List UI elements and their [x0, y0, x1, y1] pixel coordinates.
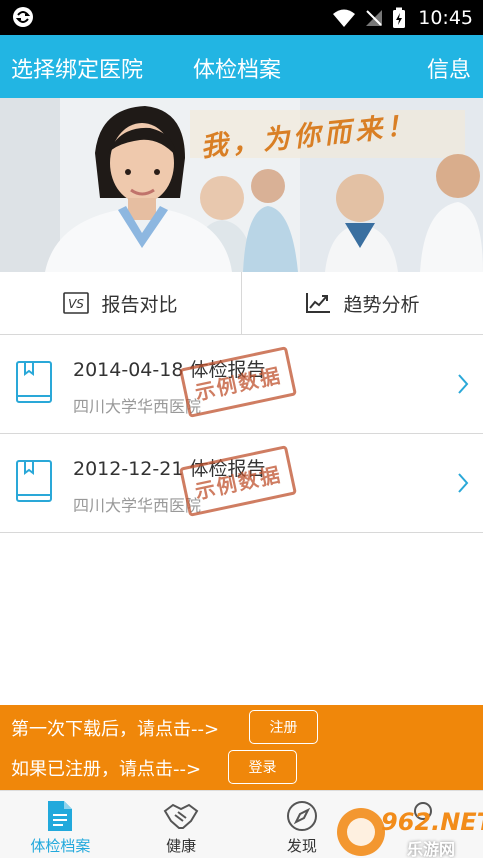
- app-header: 选择绑定医院 体检档案 信息: [0, 35, 483, 98]
- compare-reports-label: 报告对比: [101, 293, 178, 316]
- status-icons: 10:45: [332, 0, 473, 35]
- status-bar: 10:45: [0, 0, 483, 35]
- handshake-icon: [163, 803, 199, 829]
- page-title: 体检档案: [193, 58, 282, 83]
- app-screen: 10:45 选择绑定医院 体检档案 信息 我，为你而来！ VS 报告对比 趋势分…: [0, 0, 483, 858]
- site-watermark: 962.NET 乐游网: [335, 806, 483, 858]
- vs-icon: VS: [63, 292, 90, 314]
- stamp-text: 示例数据: [192, 461, 284, 504]
- login-button[interactable]: 登录: [228, 750, 297, 784]
- watermark-brand: 962.NET: [381, 808, 483, 836]
- report-book-icon: [16, 460, 52, 502]
- chevron-right-icon: [458, 374, 469, 394]
- no-signal-icon: [366, 9, 383, 26]
- trend-analysis-label: 趋势分析: [343, 293, 420, 316]
- wifi-icon: [333, 9, 356, 27]
- report-hospital: 四川大学华西医院: [73, 397, 202, 416]
- chevron-right-icon: [458, 473, 469, 493]
- sync-app-icon: [13, 7, 33, 27]
- register-login-prompt: 第一次下载后，请点击--> 注册 如果已注册，请点击--> 登录: [0, 705, 483, 790]
- tab-health-records[interactable]: 体检档案: [0, 791, 121, 858]
- trend-chart-icon: [306, 293, 331, 313]
- svg-text:VS: VS: [69, 297, 85, 311]
- messages-button[interactable]: 信息: [427, 52, 471, 84]
- watermark-subtitle: 乐游网: [407, 840, 456, 858]
- select-hospital-button[interactable]: 选择绑定医院: [11, 52, 143, 84]
- stamp-text: 示例数据: [192, 362, 284, 405]
- report-list-item[interactable]: 2012-12-21 体检报告 四川大学华西医院 示例数据: [0, 434, 483, 533]
- report-actions: VS 报告对比 趋势分析: [0, 272, 483, 335]
- login-prompt-text: 如果已注册，请点击-->: [11, 759, 202, 780]
- status-time: 10:45: [418, 6, 473, 29]
- tab-label: 体检档案: [30, 837, 91, 855]
- report-list-item[interactable]: 2014-04-18 体检报告 四川大学华西医院 示例数据: [0, 335, 483, 434]
- battery-charging-icon: [393, 7, 406, 28]
- tab-label: 发现: [286, 837, 317, 855]
- report-book-icon: [16, 361, 52, 403]
- compare-reports-button[interactable]: VS 报告对比: [0, 272, 241, 334]
- trend-analysis-button[interactable]: 趋势分析: [241, 272, 483, 334]
- tab-health[interactable]: 健康: [121, 791, 242, 858]
- document-icon: [48, 801, 73, 831]
- hero-banner[interactable]: 我，为你而来！: [0, 98, 483, 272]
- register-button[interactable]: 注册: [249, 710, 318, 744]
- compass-icon: [286, 801, 317, 831]
- report-hospital: 四川大学华西医院: [73, 496, 202, 515]
- tab-label: 健康: [166, 837, 197, 855]
- register-prompt-text: 第一次下载后，请点击-->: [11, 719, 220, 740]
